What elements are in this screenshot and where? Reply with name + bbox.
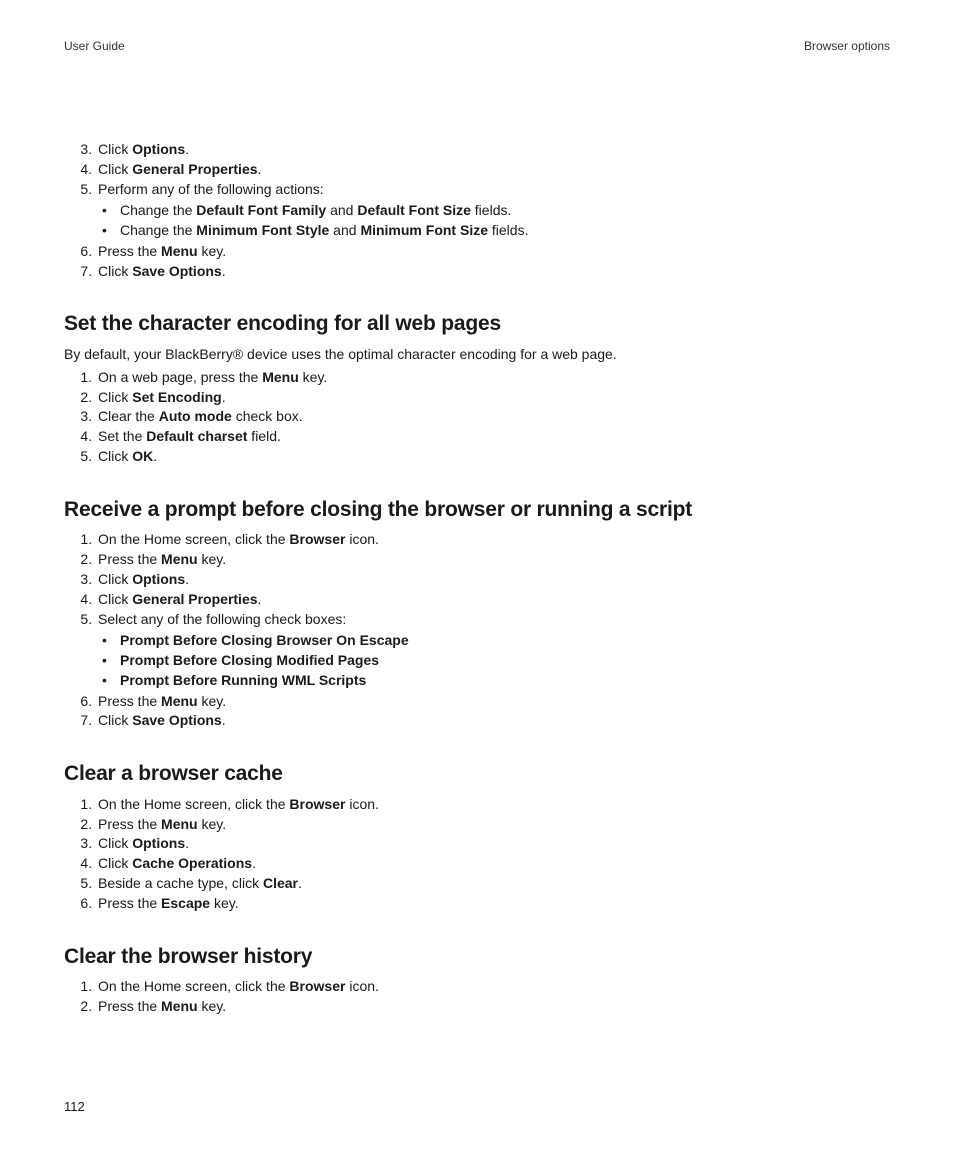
- header-left: User Guide: [64, 38, 125, 54]
- step: Press the Escape key.: [96, 894, 890, 913]
- step: Click Options.: [96, 570, 890, 589]
- step-3: Click Options.: [96, 140, 890, 159]
- heading-clear-history: Clear the browser history: [64, 943, 890, 971]
- step: Select any of the following check boxes:…: [96, 610, 890, 690]
- steps-list-3: On the Home screen, click the Browser ic…: [64, 795, 890, 913]
- step: Press the Menu key.: [96, 815, 890, 834]
- sub-bullet: Prompt Before Closing Browser On Escape: [120, 631, 890, 650]
- steps-list-1: On a web page, press the Menu key. Click…: [64, 368, 890, 466]
- sub-bullet: Change the Default Font Family and Defau…: [120, 201, 890, 220]
- heading-set-encoding: Set the character encoding for all web p…: [64, 310, 890, 338]
- page-number: 112: [64, 1098, 890, 1116]
- heading-clear-cache: Clear a browser cache: [64, 760, 890, 788]
- step: Click Set Encoding.: [96, 388, 890, 407]
- step: Click Cache Operations.: [96, 854, 890, 873]
- steps-list-2: On the Home screen, click the Browser ic…: [64, 530, 890, 730]
- step: On the Home screen, click the Browser ic…: [96, 795, 890, 814]
- sub-bullets: Prompt Before Closing Browser On Escape …: [98, 631, 890, 690]
- step: On a web page, press the Menu key.: [96, 368, 890, 387]
- step: Click Save Options.: [96, 711, 890, 730]
- sub-bullets: Change the Default Font Family and Defau…: [98, 201, 890, 240]
- step: Set the Default charset field.: [96, 427, 890, 446]
- step: Press the Menu key.: [96, 997, 890, 1016]
- step: Beside a cache type, click Clear.: [96, 874, 890, 893]
- step-7: Click Save Options.: [96, 262, 890, 281]
- page-header: User Guide Browser options: [64, 38, 890, 54]
- sub-bullet: Prompt Before Running WML Scripts: [120, 671, 890, 690]
- step: Click General Properties.: [96, 590, 890, 609]
- step: On the Home screen, click the Browser ic…: [96, 977, 890, 996]
- step: Press the Menu key.: [96, 550, 890, 569]
- heading-receive-prompt: Receive a prompt before closing the brow…: [64, 496, 890, 524]
- step: Clear the Auto mode check box.: [96, 407, 890, 426]
- steps-list-4: On the Home screen, click the Browser ic…: [64, 977, 890, 1016]
- steps-list-0: Click Options. Click General Properties.…: [64, 140, 890, 280]
- step-4: Click General Properties.: [96, 160, 890, 179]
- step-5: Perform any of the following actions: Ch…: [96, 180, 890, 240]
- step-6: Press the Menu key.: [96, 242, 890, 261]
- header-right: Browser options: [804, 38, 890, 54]
- sub-bullet: Change the Minimum Font Style and Minimu…: [120, 221, 890, 240]
- step: On the Home screen, click the Browser ic…: [96, 530, 890, 549]
- intro-paragraph: By default, your BlackBerry® device uses…: [64, 345, 890, 364]
- step: Press the Menu key.: [96, 692, 890, 711]
- step: Click Options.: [96, 834, 890, 853]
- sub-bullet: Prompt Before Closing Modified Pages: [120, 651, 890, 670]
- step: Click OK.: [96, 447, 890, 466]
